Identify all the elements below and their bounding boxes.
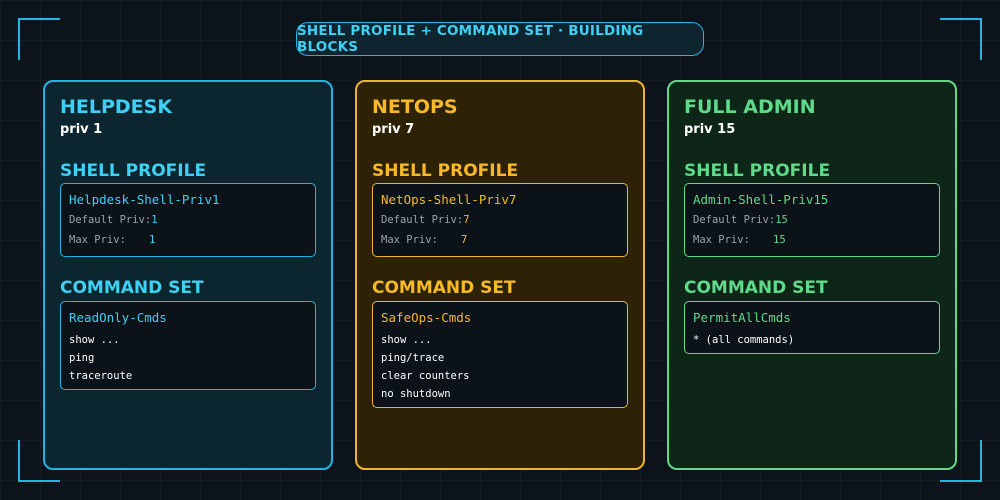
role-title: HELPDESK: [60, 96, 173, 118]
default-priv-row: Default Priv:1: [69, 210, 307, 230]
panel-helpdesk: HELPDESK priv 1 SHELL PROFILE Helpdesk-S…: [43, 80, 333, 470]
command-line: show ...: [381, 334, 432, 346]
shell-profile-heading: SHELL PROFILE: [372, 161, 519, 181]
command-set-box: PermitAllCmds * (all commands): [684, 301, 940, 354]
command-line: show ...: [69, 334, 120, 346]
command-set-name: PermitAllCmds: [693, 310, 791, 325]
max-priv-label: Max Priv:: [693, 234, 750, 246]
page-title: SHELL PROFILE + COMMAND SET · BUILDING B…: [296, 22, 704, 56]
command-line: ping: [69, 352, 95, 364]
command-set-heading: COMMAND SET: [60, 278, 204, 298]
role-priv: priv 7: [372, 122, 415, 137]
panel-full-admin: FULL ADMIN priv 15 SHELL PROFILE Admin-S…: [667, 80, 957, 470]
role-priv: priv 15: [684, 122, 736, 137]
max-priv-value: 7: [461, 234, 468, 246]
role-title: NETOPS: [372, 96, 458, 118]
role-priv: priv 1: [60, 122, 103, 137]
default-priv-value: 7: [463, 214, 470, 226]
max-priv-row: Max Priv: 7: [381, 230, 619, 250]
command-line: no shutdown: [381, 388, 451, 400]
max-priv-value: 15: [773, 234, 786, 246]
shell-profile-heading: SHELL PROFILE: [684, 161, 831, 181]
command-set-name: SafeOps-Cmds: [381, 310, 472, 325]
default-priv-row: Default Priv:7: [381, 210, 619, 230]
command-line: * (all commands): [693, 334, 795, 346]
default-priv-value: 15: [775, 214, 788, 226]
default-priv-value: 1: [151, 214, 158, 226]
max-priv-value: 1: [149, 234, 156, 246]
shell-profile-name: Helpdesk-Shell-Priv1: [69, 192, 220, 207]
role-title: FULL ADMIN: [684, 96, 816, 118]
command-set-box: ReadOnly-Cmds show ... ping traceroute: [60, 301, 316, 390]
shell-profile-box: Admin-Shell-Priv15 Default Priv:15 Max P…: [684, 183, 940, 257]
command-line: clear counters: [381, 370, 470, 382]
corner-bracket-top-right: [940, 18, 982, 60]
default-priv-label: Default Priv:: [69, 214, 152, 226]
shell-profile-box: Helpdesk-Shell-Priv1 Default Priv:1 Max …: [60, 183, 316, 257]
panel-netops: NETOPS priv 7 SHELL PROFILE NetOps-Shell…: [355, 80, 645, 470]
shell-profile-box: NetOps-Shell-Priv7 Default Priv:7 Max Pr…: [372, 183, 628, 257]
default-priv-label: Default Priv:: [693, 214, 776, 226]
shell-profile-name: Admin-Shell-Priv15: [693, 192, 829, 207]
max-priv-row: Max Priv: 15: [693, 230, 931, 250]
max-priv-row: Max Priv: 1: [69, 230, 307, 250]
max-priv-label: Max Priv:: [69, 234, 126, 246]
command-set-heading: COMMAND SET: [372, 278, 516, 298]
command-set-box: SafeOps-Cmds show ... ping/trace clear c…: [372, 301, 628, 408]
shell-profile-name: NetOps-Shell-Priv7: [381, 192, 517, 207]
command-set-heading: COMMAND SET: [684, 278, 828, 298]
command-line: ping/trace: [381, 352, 445, 364]
command-line: traceroute: [69, 370, 133, 382]
max-priv-label: Max Priv:: [381, 234, 438, 246]
corner-bracket-top-left: [18, 18, 60, 60]
default-priv-row: Default Priv:15: [693, 210, 931, 230]
command-set-name: ReadOnly-Cmds: [69, 310, 167, 325]
default-priv-label: Default Priv:: [381, 214, 464, 226]
shell-profile-heading: SHELL PROFILE: [60, 161, 207, 181]
